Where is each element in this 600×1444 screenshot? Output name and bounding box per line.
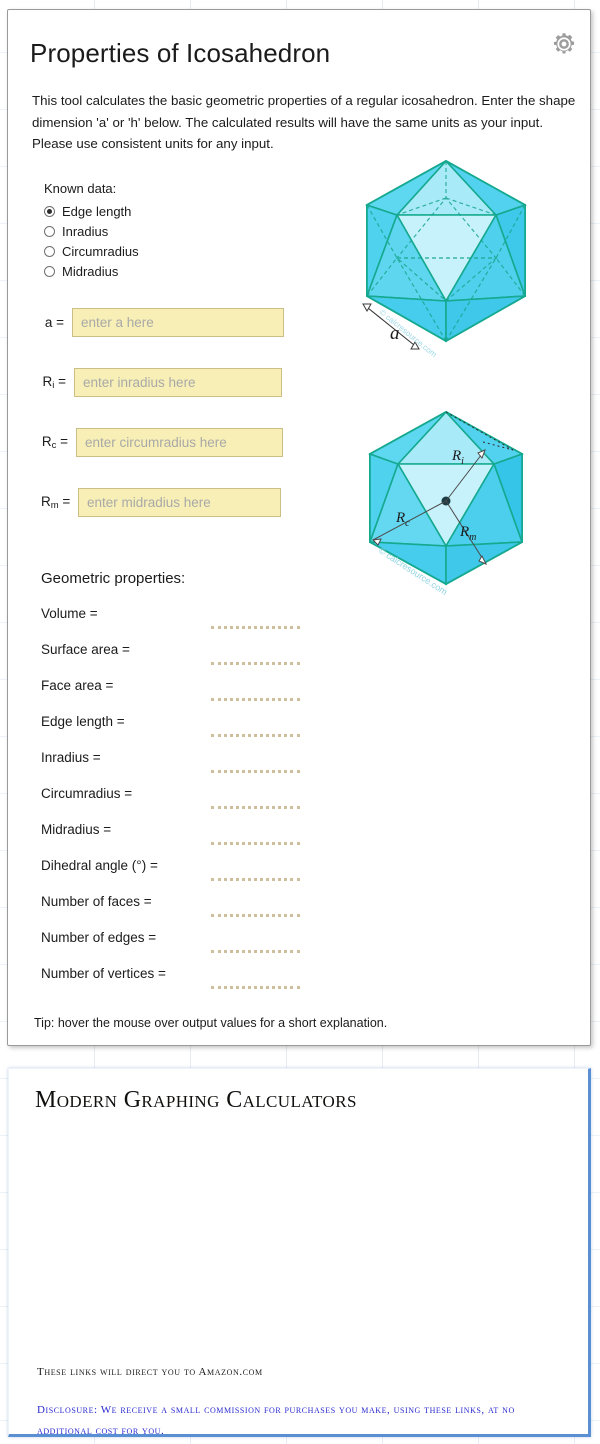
result-row-midradius: Midradius =	[8, 822, 348, 858]
result-value[interactable]	[211, 656, 300, 665]
result-value[interactable]	[211, 836, 300, 845]
page-title: Properties of Icosahedron	[30, 38, 331, 68]
result-label: Edge length =	[41, 714, 125, 729]
icosahedron-radii-diagram: Ri Rc Rm © calcresource.com	[346, 404, 566, 629]
result-label: Surface area =	[41, 642, 130, 657]
result-label: Volume =	[41, 606, 98, 621]
known-data-radio-group: Edge length Inradius Circumradius Midrad…	[44, 201, 139, 281]
radio-circumradius[interactable]: Circumradius	[44, 241, 139, 261]
result-label: Face area =	[41, 678, 114, 693]
input-circumradius[interactable]	[76, 428, 283, 457]
radio-mark-icon	[44, 265, 55, 277]
result-value[interactable]	[211, 908, 300, 917]
radio-label: Inradius	[62, 223, 109, 239]
result-value[interactable]	[211, 620, 300, 629]
radio-label: Edge length	[62, 203, 132, 219]
result-row-circumradius: Circumradius =	[8, 786, 348, 822]
calculator-card: Properties of Icosahedron This tool calc…	[7, 9, 591, 1046]
radio-mark-icon	[44, 225, 55, 237]
radio-edge-length[interactable]: Edge length	[44, 201, 139, 221]
result-value[interactable]	[211, 692, 300, 701]
result-value[interactable]	[211, 980, 300, 989]
results-title: Geometric properties:	[41, 570, 186, 587]
radio-label: Midradius	[62, 263, 119, 279]
radio-midradius[interactable]: Midradius	[44, 261, 139, 281]
radio-inradius[interactable]: Inradius	[44, 221, 139, 241]
field-row-circumradius: Rc =	[40, 428, 283, 457]
result-row-volume: Volume =	[8, 606, 348, 642]
radio-mark-icon	[44, 205, 55, 217]
result-value[interactable]	[211, 764, 300, 773]
ad-panel-title: Modern Graphing Calculators	[35, 1087, 357, 1113]
icosahedron-edge-diagram: a © calcresource.com	[341, 153, 571, 388]
result-row-face-area: Face area =	[8, 678, 348, 714]
result-row-dihedral-angle: Dihedral angle (°) =	[8, 858, 348, 894]
result-row-number-of-edges: Number of edges =	[8, 930, 348, 966]
result-label: Number of edges =	[41, 930, 157, 945]
field-row-a: a =	[42, 308, 284, 337]
known-data-label: Known data:	[44, 181, 117, 196]
input-a[interactable]	[72, 308, 284, 337]
result-label: Inradius =	[41, 750, 101, 765]
field-row-inradius: Ri =	[40, 368, 282, 397]
result-row-inradius: Inradius =	[8, 750, 348, 786]
result-label: Number of faces =	[41, 894, 152, 909]
label-inradius: Ri =	[42, 374, 66, 391]
result-label: Number of vertices =	[41, 966, 166, 981]
radio-label: Circumradius	[62, 243, 139, 259]
field-row-midradius: Rm =	[41, 488, 281, 517]
ad-panel-disclosure: Disclosure: We receive a small commissio…	[37, 1404, 515, 1437]
result-row-surface-area: Surface area =	[8, 642, 348, 678]
result-row-edge-length: Edge length =	[8, 714, 348, 750]
intro-text: This tool calculates the basic geometric…	[32, 93, 576, 151]
ad-panel: Modern Graphing Calculators These links …	[8, 1068, 591, 1437]
result-value[interactable]	[211, 800, 300, 809]
radio-mark-icon	[44, 245, 55, 257]
input-midradius[interactable]	[78, 488, 281, 517]
label-midradius: Rm =	[41, 494, 71, 511]
result-value[interactable]	[211, 728, 300, 737]
tip-text: Tip: hover the mouse over output values …	[34, 1016, 388, 1030]
result-value[interactable]	[211, 944, 300, 953]
results-list: Volume = Surface area = Face area = Edge…	[8, 606, 348, 1002]
result-label: Circumradius =	[41, 786, 133, 801]
gear-icon[interactable]	[551, 31, 577, 57]
ad-panel-note: These links will direct you to Amazon.co…	[37, 1366, 263, 1378]
result-row-number-of-vertices: Number of vertices =	[8, 966, 348, 1002]
result-row-number-of-faces: Number of faces =	[8, 894, 348, 930]
result-value[interactable]	[211, 872, 300, 881]
result-label: Dihedral angle (°) =	[41, 858, 158, 873]
input-inradius[interactable]	[74, 368, 282, 397]
label-circumradius: Rc =	[41, 434, 68, 451]
result-label: Midradius =	[41, 822, 112, 837]
label-a: a =	[44, 315, 64, 330]
